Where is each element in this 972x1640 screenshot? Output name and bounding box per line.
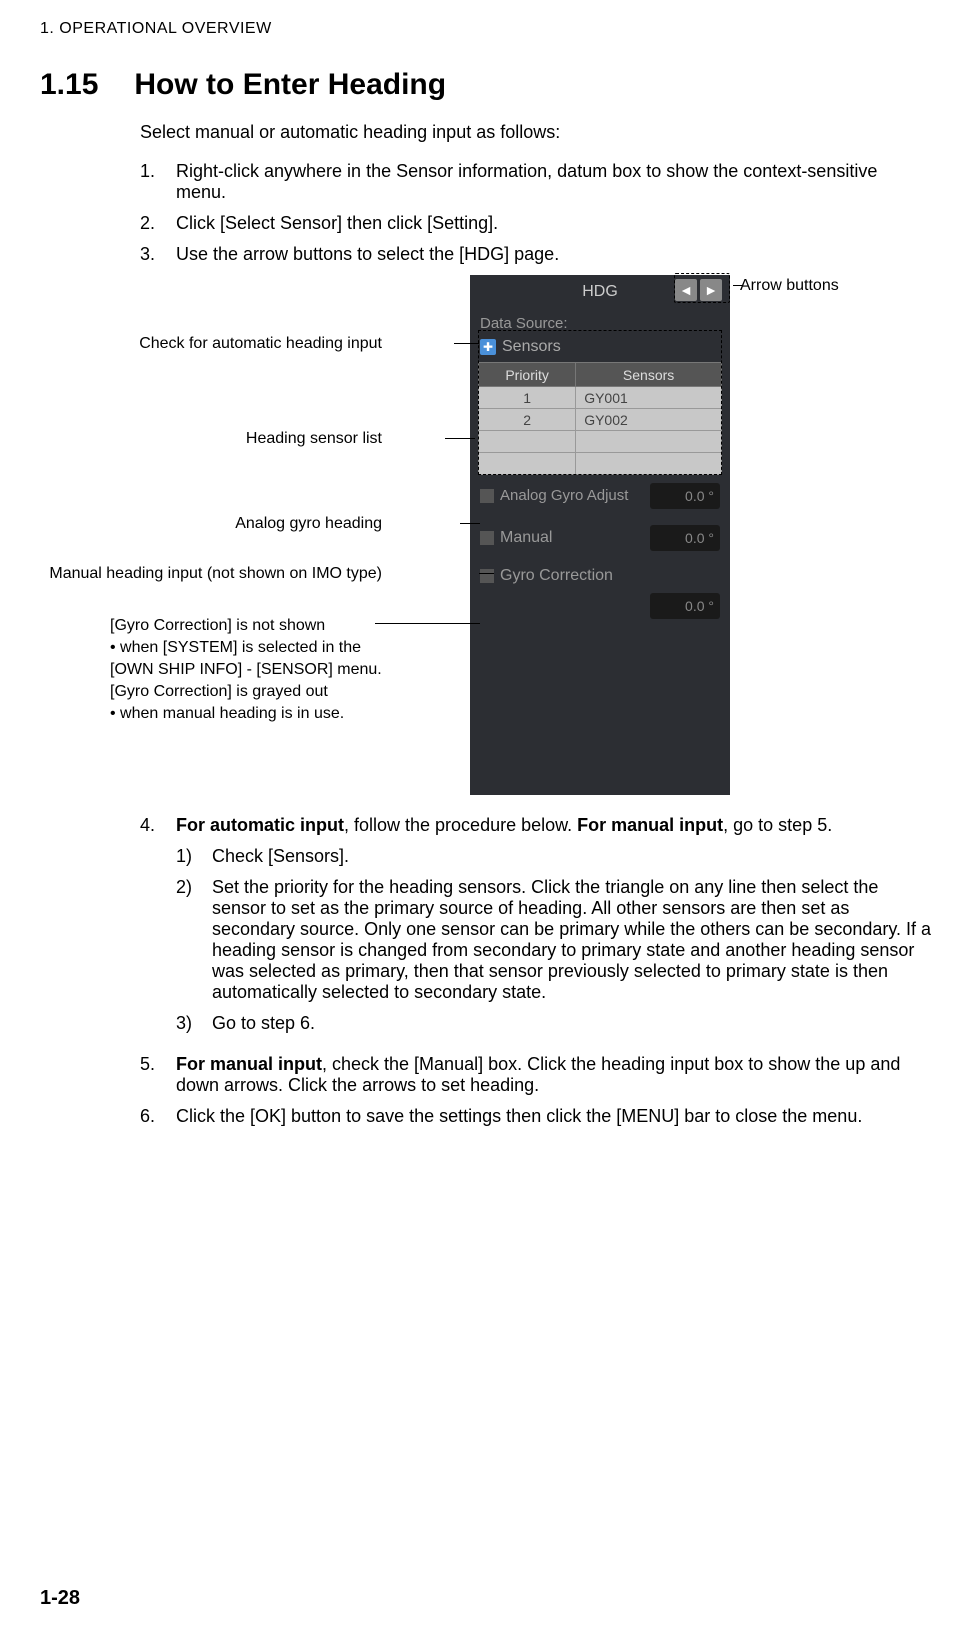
step-6: 6.Click the [OK] button to save the sett… <box>140 1106 932 1127</box>
bold-text: For manual input <box>577 815 723 835</box>
figure: HDG ◄ ► Data Source: ✚ Sensors Priority … <box>40 275 932 815</box>
leader-line <box>375 623 480 624</box>
substep-2: 2)Set the priority for the heading senso… <box>176 877 932 1003</box>
gyro-correction-label: Gyro Correction <box>500 567 613 585</box>
callout-arrow-buttons: Arrow buttons <box>740 277 839 295</box>
bold-text: For manual input <box>176 1054 322 1074</box>
substep-3: 3)Go to step 6. <box>176 1013 932 1034</box>
page-number: 1-28 <box>40 1587 80 1610</box>
callout-gyro-correction: [Gyro Correction] is not shown • when [S… <box>110 615 382 725</box>
analog-gyro-label: Analog Gyro Adjust <box>500 487 650 505</box>
arrow-buttons-highlight <box>674 273 730 303</box>
bold-text: For automatic input <box>176 815 344 835</box>
leader-line <box>460 523 480 524</box>
checkbox-icon[interactable] <box>480 489 494 503</box>
section-heading: 1.15 How to Enter Heading <box>40 68 932 102</box>
leader-line <box>454 343 479 344</box>
leader-line <box>445 438 475 439</box>
callout-check-auto: Check for automatic heading input <box>139 335 382 353</box>
intro-text: Select manual or automatic heading input… <box>140 122 932 143</box>
leader-line <box>479 573 494 574</box>
step-5: 5. For manual input, check the [Manual] … <box>140 1054 932 1096</box>
section-title: How to Enter Heading <box>134 68 446 102</box>
gyro-value[interactable]: 0.0 ° <box>650 593 720 619</box>
callout-manual-input: Manual heading input (not shown on IMO t… <box>49 565 382 583</box>
step-1: 1.Right-click anywhere in the Sensor inf… <box>140 161 932 203</box>
callout-analog-gyro: Analog gyro heading <box>235 515 382 533</box>
analog-gyro-value[interactable]: 0.0 ° <box>650 483 720 509</box>
panel-title: HDG <box>582 283 618 300</box>
sensor-area-highlight <box>478 330 722 475</box>
step-3: 3.Use the arrow buttons to select the [H… <box>140 244 932 265</box>
section-number: 1.15 <box>40 68 98 102</box>
leader-line <box>733 285 743 286</box>
checkbox-icon[interactable] <box>480 531 494 545</box>
gyro-correction-values: 0.0 ° <box>470 593 730 619</box>
gyro-correction-row[interactable]: Gyro Correction <box>470 559 730 593</box>
callout-sensor-list: Heading sensor list <box>246 430 382 448</box>
manual-row[interactable]: Manual 0.0 ° <box>470 517 730 559</box>
step-2: 2.Click [Select Sensor] then click [Sett… <box>140 213 932 234</box>
analog-gyro-row[interactable]: Analog Gyro Adjust 0.0 ° <box>470 475 730 517</box>
manual-value[interactable]: 0.0 ° <box>650 525 720 551</box>
checkbox-icon[interactable] <box>480 569 494 583</box>
chapter-label: 1. OPERATIONAL OVERVIEW <box>40 20 932 38</box>
step-4: 4. For automatic input, follow the proce… <box>140 815 932 1044</box>
substep-1: 1)Check [Sensors]. <box>176 846 932 867</box>
manual-label: Manual <box>500 529 650 547</box>
